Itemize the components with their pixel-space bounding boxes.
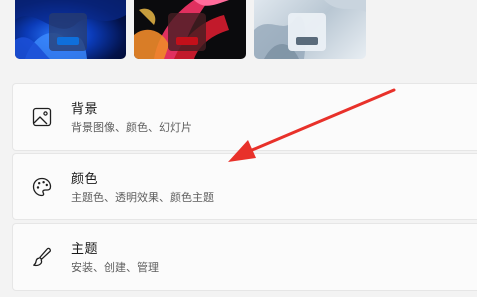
palette-icon bbox=[32, 177, 52, 197]
background-subtitle: 背景图像、颜色、幻灯片 bbox=[71, 121, 192, 134]
theme-accent-bar bbox=[176, 37, 198, 45]
theme-swatch bbox=[49, 13, 87, 51]
colors-subtitle: 主题色、透明效果、颜色主题 bbox=[71, 191, 214, 204]
theme-accent-bar bbox=[57, 37, 79, 45]
theme-accent-bar bbox=[296, 37, 318, 45]
brush-icon bbox=[33, 247, 51, 267]
theme-thumbnail-gray[interactable] bbox=[254, 0, 366, 59]
theme-thumbnail-blue[interactable] bbox=[15, 0, 126, 59]
personalization-page: 背景 背景图像、颜色、幻灯片 颜色 主题色、透明效果、颜色主题 主题 安装、创建… bbox=[0, 0, 477, 297]
colors-title: 颜色 bbox=[71, 172, 99, 187]
background-settings-item[interactable]: 背景 背景图像、颜色、幻灯片 bbox=[12, 83, 477, 151]
themes-title: 主题 bbox=[71, 242, 99, 257]
themes-settings-item[interactable]: 主题 安装、创建、管理 bbox=[12, 223, 477, 291]
colors-settings-item[interactable]: 颜色 主题色、透明效果、颜色主题 bbox=[12, 153, 477, 220]
background-title: 背景 bbox=[71, 102, 99, 117]
theme-thumbnail-red[interactable] bbox=[134, 0, 246, 59]
theme-swatch bbox=[168, 13, 206, 51]
themes-subtitle: 安装、创建、管理 bbox=[71, 261, 159, 274]
image-icon bbox=[32, 107, 52, 127]
theme-swatch bbox=[288, 13, 326, 51]
